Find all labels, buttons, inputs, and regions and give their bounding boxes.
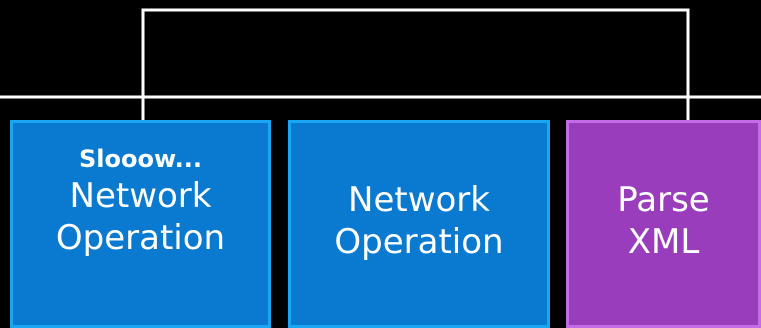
box-3-line-1: Parse: [617, 180, 710, 220]
box-1-line-1: Network: [69, 176, 212, 216]
network-operation-box-2: Network Operation: [288, 120, 550, 328]
box-3-line-2: XML: [627, 222, 700, 262]
box-2-line-2: Operation: [334, 222, 504, 262]
box-1-line-2: Operation: [55, 218, 226, 258]
slow-note: Slooow...: [79, 145, 202, 173]
network-operation-box-1: Slooow... Network Operation: [10, 120, 271, 328]
box-2-line-1: Network: [348, 180, 490, 220]
dependency-arrow: [141, 8, 690, 138]
parse-xml-box: Parse XML: [566, 120, 761, 328]
